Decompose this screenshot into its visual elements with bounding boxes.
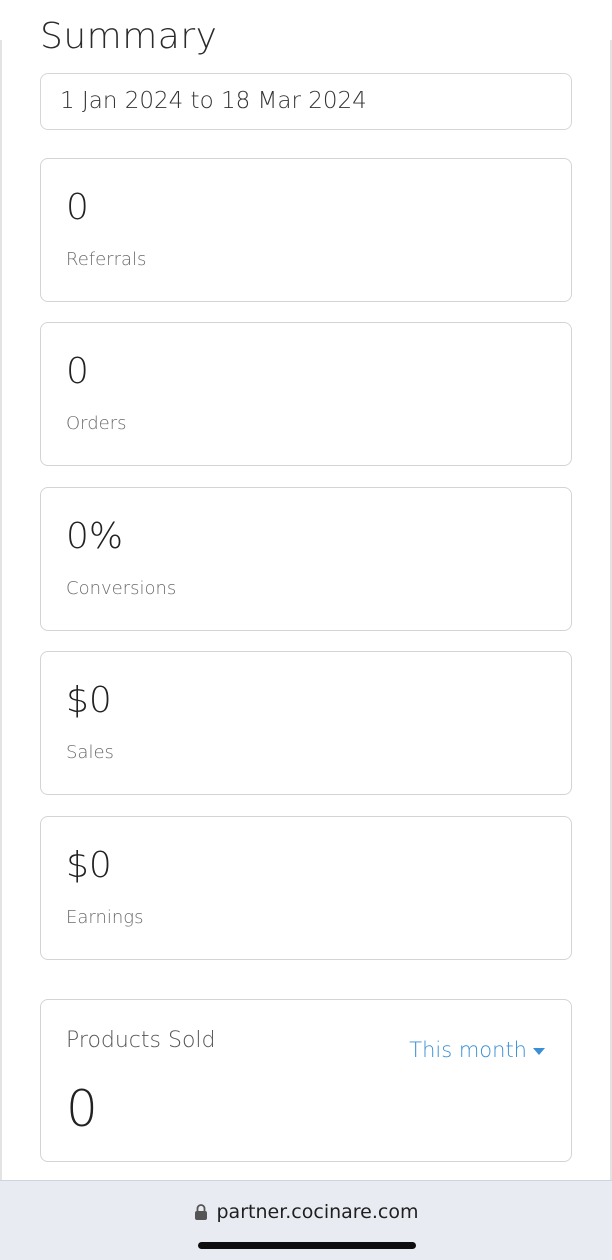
- page: Summary 1 Jan 2024 to 18 Mar 2024 0 Refe…: [0, 0, 612, 1260]
- referrals-card: 0 Referrals: [40, 158, 572, 302]
- left-edge-divider: [0, 40, 2, 1180]
- period-dropdown[interactable]: This month: [409, 1038, 545, 1062]
- url-text[interactable]: partner.cocinare.com: [217, 1201, 419, 1223]
- conversions-card: 0% Conversions: [40, 487, 572, 631]
- conversions-value: 0%: [66, 516, 124, 557]
- referrals-value: 0: [66, 187, 89, 228]
- referrals-label: Referrals: [66, 249, 147, 270]
- sales-card: $0 Sales: [40, 651, 572, 795]
- conversions-label: Conversions: [66, 578, 177, 599]
- products-sold-card: Products Sold This month 0: [40, 999, 572, 1162]
- sales-label: Sales: [66, 742, 114, 763]
- orders-label: Orders: [66, 413, 127, 434]
- page-title: Summary: [40, 16, 218, 57]
- earnings-card: $0 Earnings: [40, 816, 572, 960]
- orders-value: 0: [66, 351, 89, 392]
- orders-card: 0 Orders: [40, 322, 572, 466]
- date-range-picker[interactable]: 1 Jan 2024 to 18 Mar 2024: [40, 73, 572, 130]
- products-sold-value: 0: [66, 1080, 98, 1138]
- home-indicator[interactable]: [198, 1242, 416, 1249]
- products-sold-title: Products Sold: [66, 1028, 216, 1053]
- caret-down-icon: [533, 1047, 545, 1055]
- earnings-value: $0: [66, 845, 112, 886]
- period-dropdown-label: This month: [409, 1038, 527, 1062]
- sales-value: $0: [66, 680, 112, 721]
- url-container[interactable]: partner.cocinare.com: [0, 1201, 612, 1223]
- lock-icon: [194, 1203, 208, 1221]
- earnings-label: Earnings: [66, 907, 144, 928]
